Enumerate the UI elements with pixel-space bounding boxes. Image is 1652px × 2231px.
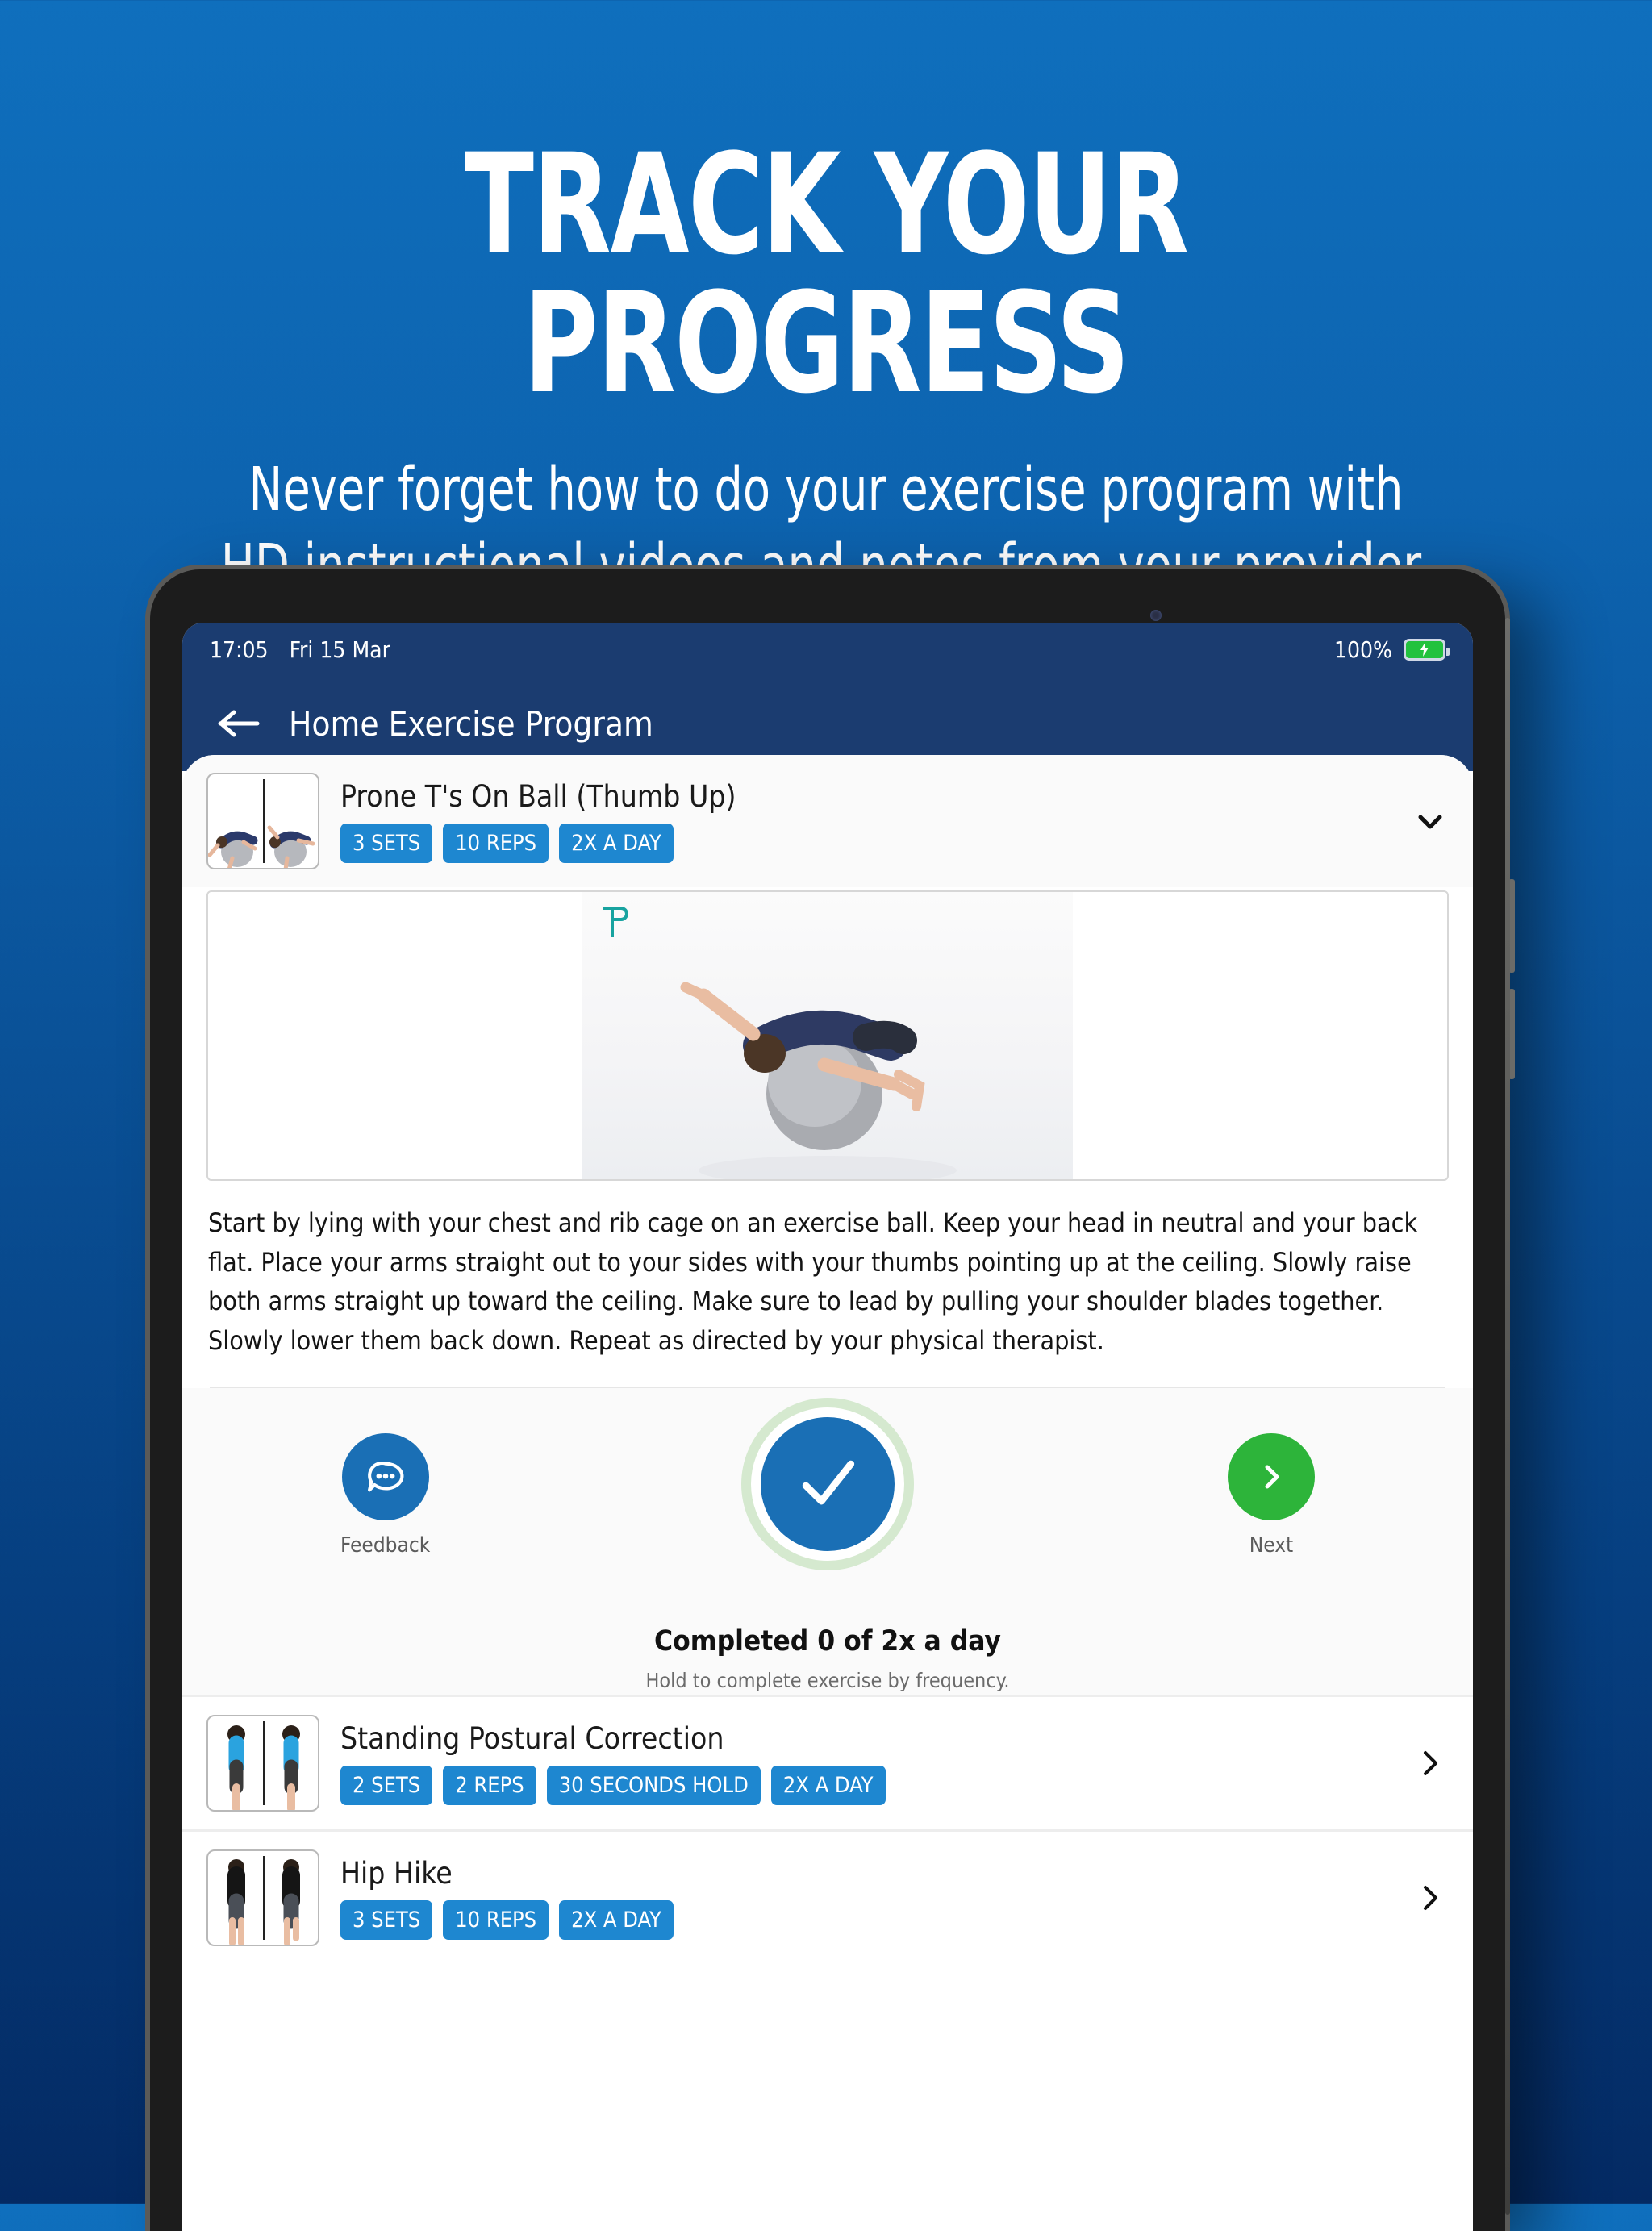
thumbnail-frame-right: [282, 1858, 300, 1945]
exercise-badges: 2 SETS 2 REPS 30 SECONDS HOLD 2X A DAY: [340, 1765, 1391, 1805]
list-item[interactable]: Standing Postural Correction 2 SETS 2 RE…: [182, 1697, 1473, 1829]
exercise-badges: 3 SETS 10 REPS 2X A DAY: [340, 824, 1391, 863]
badge-sets: 2 SETS: [340, 1765, 433, 1805]
promo-header: TRACK YOUR PROGRESS Never forget how to …: [0, 0, 1652, 604]
exercise-name: Standing Postural Correction: [340, 1720, 724, 1756]
exercise-name: Prone T's On Ball (Thumb Up): [340, 779, 736, 814]
chat-bubble-icon: [341, 1432, 429, 1520]
thumbnail-divider: [263, 1855, 265, 1940]
nav-title: Home Exercise Program: [289, 703, 653, 744]
badge-sets: 3 SETS: [340, 824, 433, 863]
badge-frequency: 2X A DAY: [559, 1899, 674, 1940]
badge-hold: 30 SECONDS HOLD: [546, 1765, 761, 1805]
video-frame: [582, 892, 1073, 1179]
list-item[interactable]: Hip Hike 3 SETS 10 REPS 2X A DAY: [182, 1832, 1473, 1964]
provider-logo-watermark: [603, 907, 628, 937]
exercise-name: Hip Hike: [340, 1855, 453, 1891]
exercise-description: Start by lying with your chest and rib c…: [208, 1207, 1418, 1356]
thumbnail-divider: [263, 779, 265, 863]
badge-reps: 2 REPS: [443, 1765, 536, 1805]
exercise-actions: Feedback Next Completed 0 of 2x a day Ho…: [182, 1387, 1473, 1695]
chevron-right-icon[interactable]: [1412, 1745, 1449, 1782]
exercise-badges: 3 SETS 10 REPS 2X A DAY: [340, 1899, 1391, 1940]
exercise-video-still: [680, 982, 957, 1179]
battery-charging-icon: [1404, 638, 1450, 661]
thumbnail-divider: [263, 1720, 265, 1805]
exercise-thumbnail: [206, 1849, 319, 1946]
battery-percent: 100%: [1333, 636, 1392, 663]
badge-reps: 10 REPS: [443, 1899, 549, 1940]
active-exercise-row[interactable]: Prone T's On Ball (Thumb Up) 3 SETS 10 R…: [182, 755, 1473, 887]
front-camera-icon: [1150, 610, 1162, 621]
next-button[interactable]: Next: [1228, 1432, 1315, 1558]
badge-reps: 10 REPS: [443, 824, 549, 863]
feedback-button[interactable]: Feedback: [340, 1432, 431, 1558]
exercise-thumbnail: [206, 773, 319, 869]
badge-frequency: 2X A DAY: [770, 1765, 886, 1805]
thumbnail-frame-right: [267, 825, 315, 868]
exercise-thumbnail: [206, 1714, 319, 1812]
status-bar: 17:05 Fri 15 Mar 100%: [182, 623, 1473, 676]
completion-status: Completed 0 of 2x a day: [654, 1624, 1001, 1658]
lightning-bolt-icon: [1420, 642, 1429, 657]
thumbnail-frame-left: [227, 1858, 245, 1945]
status-time: 17:05: [210, 636, 269, 663]
status-date: Fri 15 Mar: [289, 636, 390, 663]
page-title: TRACK YOUR PROGRESS: [464, 123, 1189, 424]
complete-exercise-button[interactable]: [751, 1407, 904, 1561]
feedback-label: Feedback: [340, 1533, 431, 1558]
chevron-down-icon[interactable]: [1412, 803, 1449, 840]
exercise-video-player[interactable]: [206, 890, 1449, 1181]
next-label: Next: [1249, 1533, 1294, 1558]
volume-down-button[interactable]: [1508, 989, 1515, 1079]
arrow-left-icon[interactable]: [218, 707, 260, 740]
chevron-right-icon[interactable]: [1412, 1879, 1449, 1916]
volume-up-button[interactable]: [1508, 879, 1515, 973]
thumbnail-frame-right: [282, 1724, 300, 1810]
chevron-right-icon: [1228, 1432, 1315, 1520]
checkmark-icon: [802, 1460, 855, 1504]
completion-hint: Hold to complete exercise by frequency.: [645, 1668, 1010, 1692]
thumbnail-frame-left: [208, 831, 258, 868]
content-sheet: Prone T's On Ball (Thumb Up) 3 SETS 10 R…: [182, 755, 1473, 2231]
tablet-screen: 17:05 Fri 15 Mar 100% Home Exercise Prog…: [182, 623, 1473, 2231]
badge-sets: 3 SETS: [340, 1899, 433, 1940]
badge-frequency: 2X A DAY: [559, 824, 674, 863]
thumbnail-frame-left: [227, 1724, 245, 1810]
tablet-device-frame: 17:05 Fri 15 Mar 100% Home Exercise Prog…: [150, 569, 1515, 2231]
